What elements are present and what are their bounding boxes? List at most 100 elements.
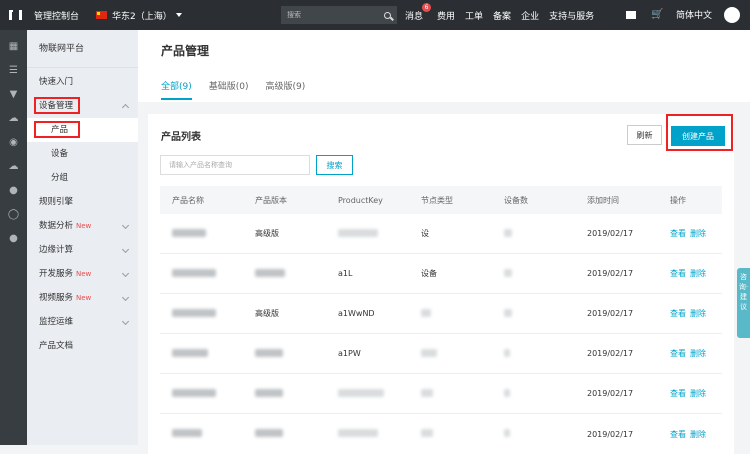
tab-advanced[interactable]: 高级版(9) — [266, 79, 306, 100]
row-productkey: a1PW — [338, 349, 361, 358]
top-search — [281, 6, 397, 24]
product-list-card: 产品列表 刷新 创建产品 搜索 产品名称 产品版本 ProductKey 节点类… — [148, 114, 734, 454]
top-navigation-bar: 管理控制台 华东2（上海） 消息6 费用 工单 备案 企业 支持与服务 🛒 简体… — [0, 0, 750, 30]
sidebar-item-video[interactable]: 视频服务 New — [27, 286, 138, 310]
cloud-icon[interactable]: ☁ — [0, 106, 27, 130]
redacted-node-type — [421, 308, 431, 317]
column-header-added-time: 添加时间 — [587, 195, 619, 205]
cart-icon[interactable]: 🛒 — [651, 9, 663, 20]
sidebar-item-quickstart[interactable]: 快速入门 — [27, 70, 138, 94]
product-rail: ▦ ☰ ▼ ☁ ◉ ☁ ● ◯ ● — [0, 30, 27, 445]
nav-billing[interactable]: 费用 — [437, 9, 455, 22]
mail-icon[interactable] — [626, 11, 636, 19]
view-link[interactable]: 查看 — [670, 389, 686, 398]
tab-all[interactable]: 全部(9) — [161, 79, 192, 100]
row-node-type: 设备 — [421, 269, 437, 278]
delete-link[interactable]: 删除 — [690, 269, 706, 278]
table-row: a1PW 2019/02/17 查看 删除 — [160, 334, 722, 374]
delete-link[interactable]: 删除 — [690, 389, 706, 398]
chevron-down-icon — [121, 221, 130, 230]
new-badge: New — [76, 270, 92, 278]
redacted-name — [172, 308, 216, 317]
sidebar-item-dev-services[interactable]: 开发服务 New — [27, 262, 138, 286]
top-nav-links: 消息 6 费用 工单 备案 企业 支持与服务 — [405, 0, 604, 30]
redacted-productkey — [338, 429, 378, 437]
table-header: 产品名称 产品版本 ProductKey 节点类型 设备数 添加时间 操作 — [160, 186, 722, 214]
table-row: 2019/02/17 查看 删除 — [160, 374, 722, 414]
view-link[interactable]: 查看 — [670, 269, 686, 278]
page-header: 产品管理 全部(9) 基础版(0) 高级版(9) — [138, 30, 750, 102]
language-selector[interactable]: 简体中文 — [676, 8, 712, 21]
sidebar-item-rules[interactable]: 规则引擎 — [27, 190, 138, 214]
highlight-box-device-management — [34, 97, 80, 114]
tab-basic[interactable]: 基础版(0) — [209, 79, 249, 100]
nav-icp[interactable]: 备案 — [493, 9, 511, 22]
view-link[interactable]: 查看 — [670, 349, 686, 358]
chevron-down-icon — [121, 317, 130, 326]
redacted-version — [255, 388, 283, 397]
search-icon — [383, 11, 391, 19]
column-header-name: 产品名称 — [172, 195, 204, 205]
sidebar-item-docs[interactable]: 产品文档 — [27, 334, 138, 358]
nav-messages[interactable]: 消息 6 — [405, 2, 432, 22]
row-added-time: 2019/02/17 — [587, 309, 634, 318]
nav-support[interactable]: 支持与服务 — [549, 9, 594, 22]
delete-link[interactable]: 删除 — [690, 430, 706, 439]
new-badge: New — [76, 294, 92, 302]
sidebar-item-analysis[interactable]: 数据分析 New — [27, 214, 138, 238]
sidebar-item-device[interactable]: 设备 — [27, 142, 138, 166]
column-header-productkey: ProductKey — [338, 195, 383, 205]
circle-icon[interactable]: ● — [0, 226, 27, 250]
redacted-name — [172, 268, 216, 277]
sidebar-item-label: 开发服务 — [39, 269, 74, 279]
delete-link[interactable]: 删除 — [690, 309, 706, 318]
view-link[interactable]: 查看 — [670, 430, 686, 439]
redacted-node-type — [421, 429, 433, 437]
redacted-device-count — [504, 308, 512, 317]
product-search-input[interactable] — [160, 155, 310, 175]
redacted-name — [172, 228, 206, 237]
region-selector[interactable]: 华东2（上海） — [96, 9, 182, 22]
cloud-upload-icon[interactable]: ☁ — [0, 154, 27, 178]
sidebar-item-label: 边缘计算 — [39, 245, 74, 255]
table-row: 2019/02/17 查看 删除 — [160, 414, 722, 454]
sidebar-item-group[interactable]: 分组 — [27, 166, 138, 190]
sidebar-item-label: 数据分析 — [39, 221, 74, 231]
product-table: 产品名称 产品版本 ProductKey 节点类型 设备数 添加时间 操作 高级… — [160, 186, 722, 454]
nav-tickets[interactable]: 工单 — [465, 9, 483, 22]
product-search-button[interactable]: 搜索 — [316, 155, 353, 175]
nodes-icon[interactable]: ● — [0, 178, 27, 202]
view-link[interactable]: 查看 — [670, 309, 686, 318]
redacted-name — [172, 348, 208, 357]
delete-link[interactable]: 删除 — [690, 229, 706, 238]
page-title: 产品管理 — [161, 44, 210, 58]
top-search-input[interactable] — [281, 6, 377, 24]
grid-icon[interactable]: ▦ — [0, 34, 27, 58]
globe-icon[interactable]: ◯ — [0, 202, 27, 226]
search-button[interactable] — [377, 6, 397, 24]
feedback-float-tab[interactable]: 咨询·建议 — [737, 268, 750, 338]
row-productkey: a1L — [338, 269, 353, 278]
console-logo-icon[interactable] — [0, 0, 30, 30]
nav-messages-label: 消息 — [405, 11, 424, 22]
sidebar-item-monitoring[interactable]: 监控运维 — [27, 310, 138, 334]
shield-icon[interactable]: ▼ — [0, 82, 27, 106]
chevron-down-icon — [121, 245, 130, 254]
table-row: a1L 设备 2019/02/17 查看 删除 — [160, 254, 722, 294]
sidebar-item-edge[interactable]: 边缘计算 — [27, 238, 138, 262]
database-icon[interactable]: ◉ — [0, 130, 27, 154]
nav-enterprise[interactable]: 企业 — [521, 9, 539, 22]
avatar[interactable] — [724, 7, 740, 23]
sidebar-item-label: 监控运维 — [39, 317, 74, 327]
column-header-version: 产品版本 — [255, 195, 287, 205]
redacted-version — [255, 429, 283, 437]
menu-icon[interactable]: ☰ — [0, 58, 27, 82]
row-added-time: 2019/02/17 — [587, 349, 634, 358]
refresh-button[interactable]: 刷新 — [627, 125, 662, 145]
redacted-device-count — [504, 228, 512, 237]
redacted-productkey — [338, 228, 378, 237]
console-title[interactable]: 管理控制台 — [34, 9, 92, 22]
row-added-time: 2019/02/17 — [587, 229, 634, 238]
delete-link[interactable]: 删除 — [690, 349, 706, 358]
view-link[interactable]: 查看 — [670, 229, 686, 238]
